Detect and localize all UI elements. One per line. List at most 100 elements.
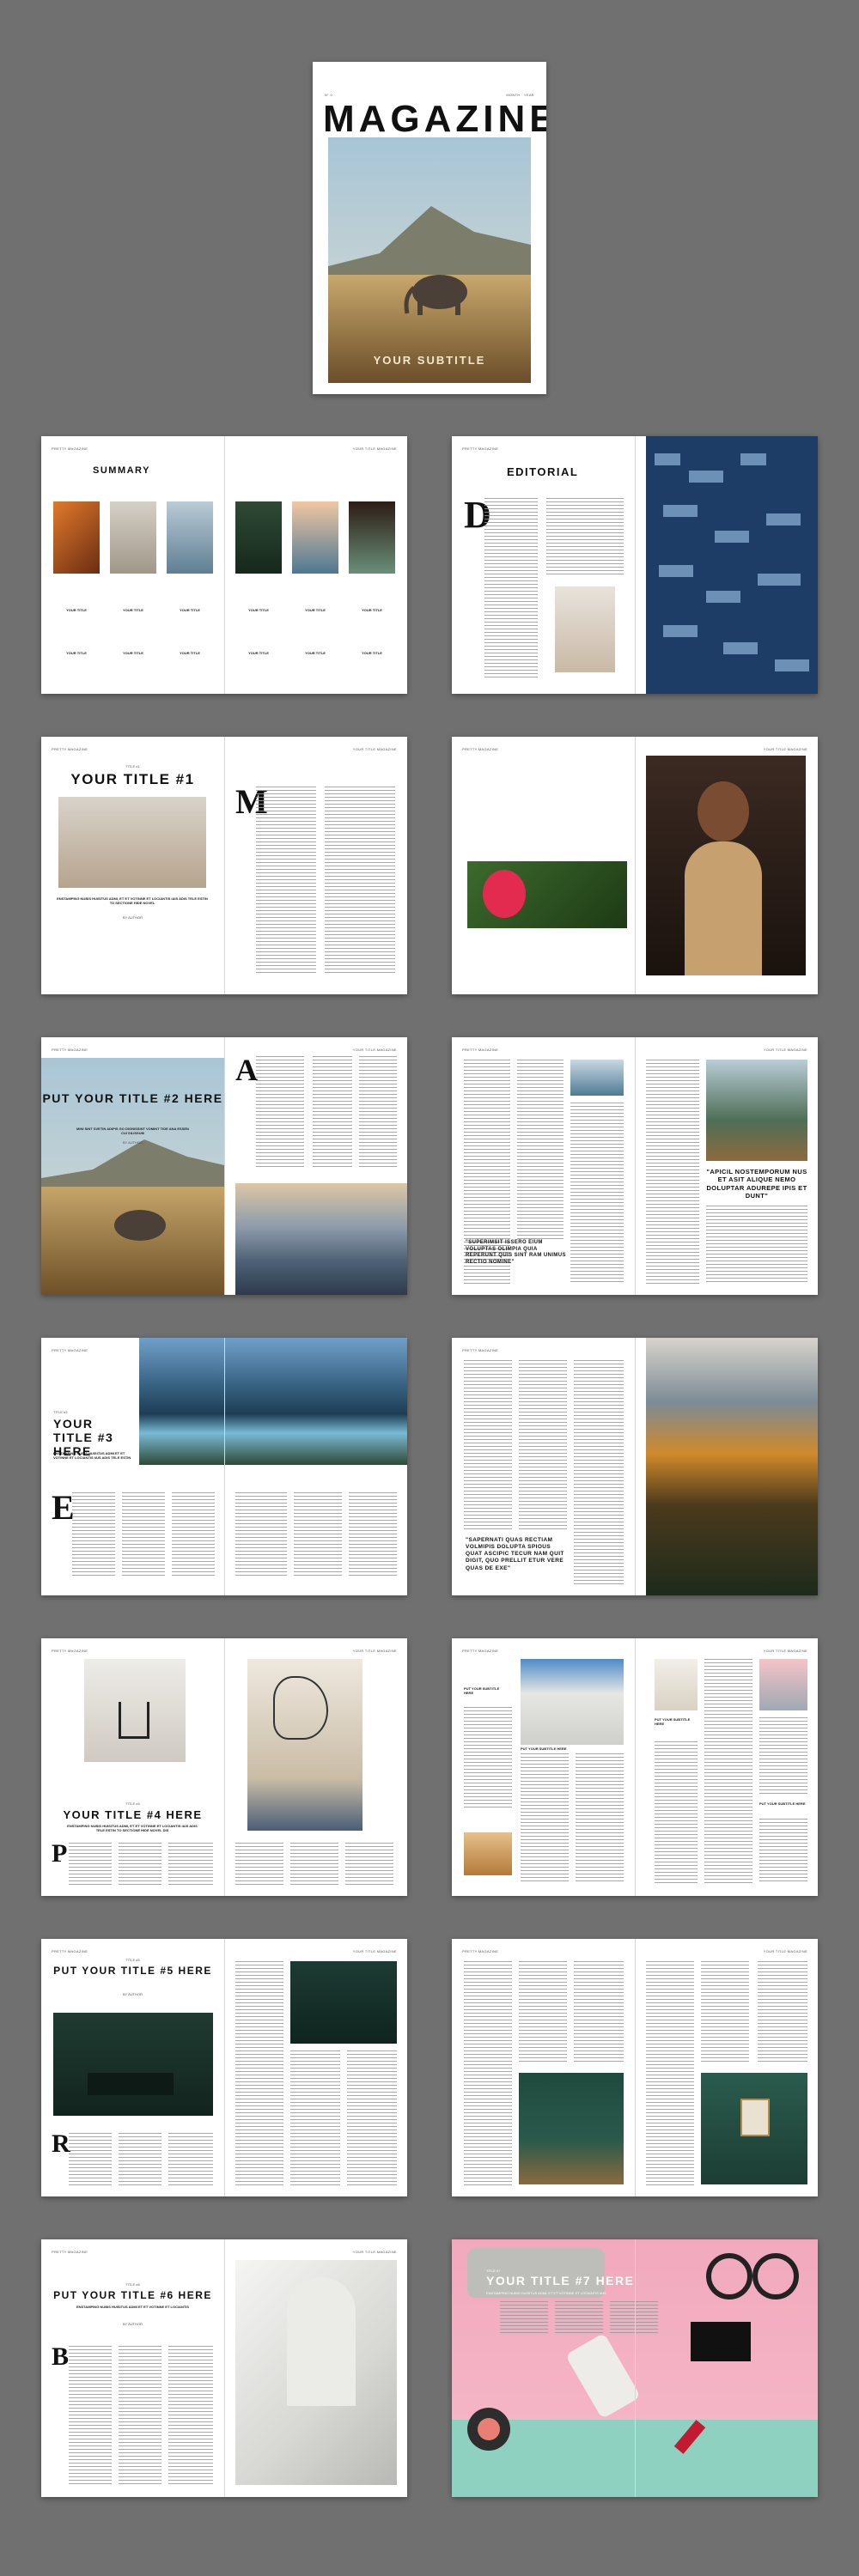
desert-photo [464, 1832, 512, 1875]
summary-photo-1 [53, 501, 100, 574]
spread-title-1[interactable]: PRETTY MAGAZINE YOUR TITLE MAGAZINE TITL… [41, 737, 407, 994]
body-text-column [570, 1103, 624, 1283]
title-1-heading: YOUR TITLE #1 [70, 771, 195, 787]
body-text-column [345, 1843, 393, 1886]
spread-photos[interactable]: PRETTY MAGAZINE YOUR TITLE MAGAZINE [452, 737, 818, 994]
spread-title-2[interactable]: PRETTY MAGAZINE YOUR TITLE MAGAZINE PUT … [41, 1037, 407, 1295]
summary-item-6[interactable]: YOUR TITLE [349, 608, 395, 612]
running-head-right: YOUR TITLE MAGAZINE [763, 1649, 807, 1653]
body-text-column [464, 1360, 512, 1532]
body-text-column [69, 2133, 112, 2186]
cover-page[interactable]: N° 0 MONTH · YEAR MAGAZINE YOUR SUBTITLE [313, 62, 546, 394]
running-head-left: PRETTY MAGAZINE [462, 1048, 499, 1052]
body-text-column [517, 1060, 564, 1240]
spread-subtitles[interactable]: PRETTY MAGAZINE YOUR TITLE MAGAZINE PUT … [452, 1638, 818, 1896]
running-head-left: PRETTY MAGAZINE [52, 1649, 88, 1653]
title-6-heading: PUT YOUR TITLE #6 HERE [53, 2289, 212, 2301]
body-text-column [519, 1961, 567, 2064]
spread-editorial[interactable]: PRETTY MAGAZINE EDITORIAL D [452, 436, 818, 694]
summary-item-11[interactable]: YOUR TITLE [292, 651, 338, 655]
summary-item-4[interactable]: YOUR TITLE [235, 608, 282, 612]
summary-item-3[interactable]: YOUR TITLE [167, 608, 213, 612]
summary-item-7[interactable]: YOUR TITLE [53, 651, 100, 655]
green-room-photo [53, 2013, 213, 2116]
running-head-right: YOUR TITLE MAGAZINE [352, 2250, 397, 2254]
running-head-left: PRETTY MAGAZINE [52, 1949, 88, 1953]
body-text-column [168, 1843, 213, 1886]
body-text-column [701, 1961, 749, 2064]
pull-quote-3: "SAPERNATI QUAS RECTIAM VOLMIPIS DOLUPTA… [466, 1537, 564, 1571]
body-text-column [574, 1961, 624, 2064]
interior-photo-chair [84, 1659, 186, 1762]
running-head-left: PRETTY MAGAZINE [462, 747, 499, 751]
building-photo-2 [521, 1659, 624, 1745]
title-3-kicker: TITLE #3 [53, 1410, 68, 1414]
title-2-deck: MINI SINT SVETIN ADIPIS GO DIGNISSINT VO… [76, 1127, 189, 1135]
summary-item-10[interactable]: YOUR TITLE [235, 651, 282, 655]
spread-summary[interactable]: PRETTY MAGAZINE YOUR TITLE MAGAZINE SUMM… [41, 436, 407, 694]
spread-title-6[interactable]: PRETTY MAGAZINE YOUR TITLE MAGAZINE TITL… [41, 2239, 407, 2497]
cover-subtitle: YOUR SUBTITLE [373, 354, 486, 367]
summary-item-9[interactable]: YOUR TITLE [167, 651, 213, 655]
running-head-left: PRETTY MAGAZINE [462, 1649, 499, 1653]
running-head-left: PRETTY MAGAZINE [462, 447, 499, 451]
subtitle-box-c: PUT YOUR SUBTITLE HERE [655, 1717, 691, 1726]
summary-photo-6 [349, 501, 395, 574]
body-text-column [256, 787, 316, 975]
spread-forest[interactable]: PRETTY MAGAZINE "SAPERNATI QUAS RECTIAM … [452, 1338, 818, 1595]
body-text-column [72, 1492, 115, 1578]
editor-portrait [555, 586, 615, 672]
running-head-left: PRETTY MAGAZINE [52, 747, 88, 751]
spread-title-4[interactable]: PRETTY MAGAZINE YOUR TITLE MAGAZINE TITL… [41, 1638, 407, 1896]
running-head-right: YOUR TITLE MAGAZINE [352, 1949, 397, 1953]
body-text-column [646, 1961, 694, 2186]
spread-interiors[interactable]: PRETTY MAGAZINE YOUR TITLE MAGAZINE [452, 1939, 818, 2196]
title-1-byline: BY AUTHOR [122, 915, 143, 920]
body-text-column [521, 1753, 569, 1882]
body-text-column [484, 498, 538, 678]
body-text-column [706, 1206, 807, 1285]
body-text-column [758, 1961, 807, 2064]
summary-photo-5 [292, 501, 338, 574]
body-text-column [313, 1056, 352, 1168]
body-text-column [290, 2050, 340, 2186]
subtitle-box-a: PUT YOUR SUBTITLE HERE [464, 1686, 500, 1695]
autumn-forest-photo [646, 1338, 818, 1595]
pull-quote-1: "SUPERIMSIT ISSERO EIUM VOLUPTAS OLIMPIA… [466, 1240, 566, 1265]
running-head-left: PRETTY MAGAZINE [462, 1348, 499, 1352]
title-2-heading: PUT YOUR TITLE #2 HERE [42, 1091, 223, 1105]
body-text-column [610, 2301, 658, 2336]
green-lamp-photo [290, 1961, 397, 2044]
body-text-column [119, 1843, 161, 1886]
fashion-photo-green [467, 861, 627, 928]
summary-item-2[interactable]: YOUR TITLE [110, 608, 156, 612]
summary-item-12[interactable]: YOUR TITLE [349, 651, 395, 655]
summary-title: SUMMARY [93, 465, 150, 476]
spread-title-3[interactable]: PRETTY MAGAZINE TITLE #3 YOUR TITLE #3 H… [41, 1338, 407, 1595]
body-text-column [69, 1843, 112, 1886]
body-text-column [119, 2346, 161, 2487]
title-2-byline: BY AUTHOR [122, 1140, 143, 1145]
summary-item-5[interactable]: YOUR TITLE [292, 608, 338, 612]
body-text-column [347, 2050, 397, 2186]
title-6-dropcap: B [52, 2342, 70, 2371]
summary-item-8[interactable]: YOUR TITLE [110, 651, 156, 655]
running-head-right: YOUR TITLE MAGAZINE [763, 747, 807, 751]
body-text-column [519, 1360, 567, 1532]
running-head-right: YOUR TITLE MAGAZINE [352, 1649, 397, 1653]
spread-title-5[interactable]: PRETTY MAGAZINE YOUR TITLE MAGAZINE TITL… [41, 1939, 407, 2196]
spread-text-quotes[interactable]: PRETTY MAGAZINE YOUR TITLE MAGAZINE "SUP… [452, 1037, 818, 1295]
title-7-kicker: TITLE #7 [486, 2269, 501, 2273]
summary-photo-2 [110, 501, 156, 574]
body-text-column [119, 2133, 161, 2186]
running-head-right: YOUR TITLE MAGAZINE [763, 1949, 807, 1953]
white-stairs-photo [235, 2260, 397, 2485]
spread-title-7[interactable]: TITLE #7 YOUR TITLE #7 HERE ENSTAMPING N… [452, 2239, 818, 2497]
subtitle-box-d: PUT YOUR SUBTITLE HERE [759, 1801, 806, 1806]
body-text-column [464, 1707, 512, 1810]
summary-item-1[interactable]: YOUR TITLE [53, 608, 100, 612]
body-text-column [555, 2301, 603, 2336]
body-text-column [576, 1753, 624, 1882]
frame-interior-photo [701, 2073, 807, 2184]
body-text-column [646, 1060, 699, 1285]
